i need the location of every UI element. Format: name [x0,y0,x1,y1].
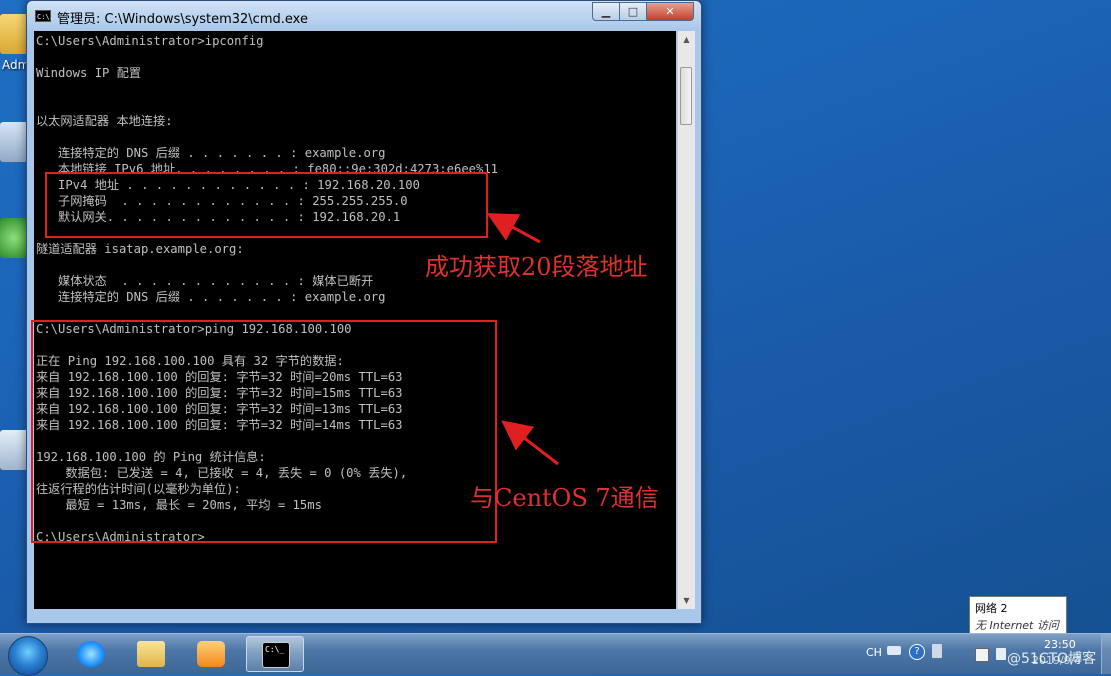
cmd-icon: C:\. [35,10,54,22]
taskbar: C:\_ CH ? 23:50 2019/9/4 @51CTO博客 [0,633,1111,676]
console-line: 媒体状态 . . . . . . . . . . . . : 媒体已断开 [36,274,374,288]
show-desktop-button[interactable] [1101,634,1111,674]
annotation-ip-note: 成功获取20段落地址 [425,253,648,281]
taskbar-explorer-button[interactable] [122,636,180,672]
title-bar[interactable]: C:\. 管理员: C:\Windows\system32\cmd.exe ▁ … [27,1,701,31]
console-line: 连接特定的 DNS 后缀 . . . . . . . : example.org [36,146,386,160]
taskbar-ie-button[interactable] [62,636,120,672]
tooltip-status: 无 Internet 访问 [975,619,1059,632]
maximize-button[interactable]: □ [619,2,647,21]
close-button[interactable]: ✕ [646,2,694,21]
ping-highlight-box [31,320,497,543]
vertical-scrollbar[interactable]: ▲ ▼ [677,31,695,609]
scrollbar-thumb[interactable] [680,67,692,125]
folder-icon [137,641,165,667]
desktop-icon-computer[interactable] [0,122,28,162]
taskbar-media-player-button[interactable] [182,636,240,672]
desktop-icon-administrator[interactable] [0,14,28,54]
ipv4-highlight-box [45,172,488,238]
watermark: @51CTO博客 [1007,651,1097,667]
desktop-icon-recycle[interactable] [0,430,28,470]
tooltip-network-name: 网络 2 [975,602,1008,615]
console-line: 连接特定的 DNS 后缀 . . . . . . . : example.org [36,290,386,304]
console-line: 隧道适配器 isatap.example.org: [36,242,244,256]
scroll-down-arrow-icon[interactable]: ▼ [678,592,695,609]
start-button[interactable] [8,636,48,676]
internet-explorer-icon [77,641,105,667]
language-indicator[interactable]: CH [866,646,882,659]
console-line: 以太网适配器 本地连接: [36,114,173,128]
scroll-up-arrow-icon[interactable]: ▲ [678,31,695,48]
media-player-icon [197,641,225,667]
desktop-icon-network[interactable] [0,218,28,258]
keyboard-icon[interactable] [887,646,901,655]
volume-icon[interactable] [996,648,1006,660]
cmd-taskbar-icon: C:\_ [262,642,290,668]
window-title: 管理员: C:\Windows\system32\cmd.exe [57,12,308,27]
console-line: C:\Users\Administrator>ipconfig [36,34,264,48]
annotation-ping-note: 与CentOS 7通信 [470,484,659,512]
minimize-button[interactable]: ▁ [592,2,620,21]
help-icon[interactable]: ? [909,644,925,660]
network-warning-icon[interactable] [975,648,989,662]
console-line: Windows IP 配置 [36,66,142,80]
tray-settings-icon[interactable] [932,644,942,658]
network-tooltip: 网络 2 无 Internet 访问 [969,596,1067,634]
taskbar-cmd-button[interactable]: C:\_ [246,636,304,672]
